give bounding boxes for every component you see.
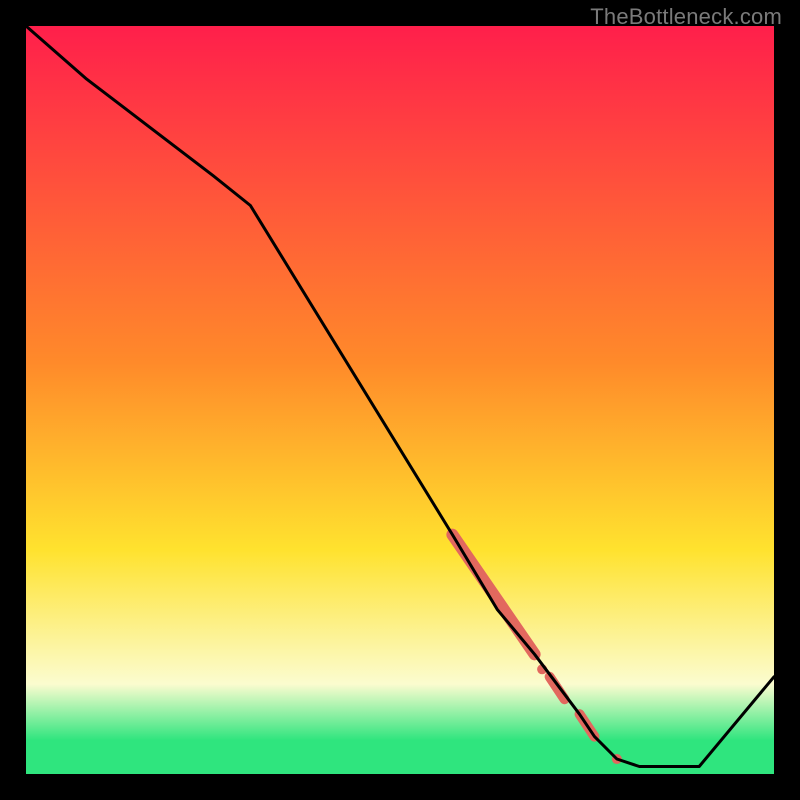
highlight-markers (452, 535, 622, 764)
chart-overlay (26, 26, 774, 774)
bottleneck-curve (26, 26, 774, 767)
watermark-text: TheBottleneck.com (590, 4, 782, 30)
chart-frame: TheBottleneck.com (0, 0, 800, 800)
highlight-segment (550, 677, 565, 699)
plot-area (26, 26, 774, 774)
